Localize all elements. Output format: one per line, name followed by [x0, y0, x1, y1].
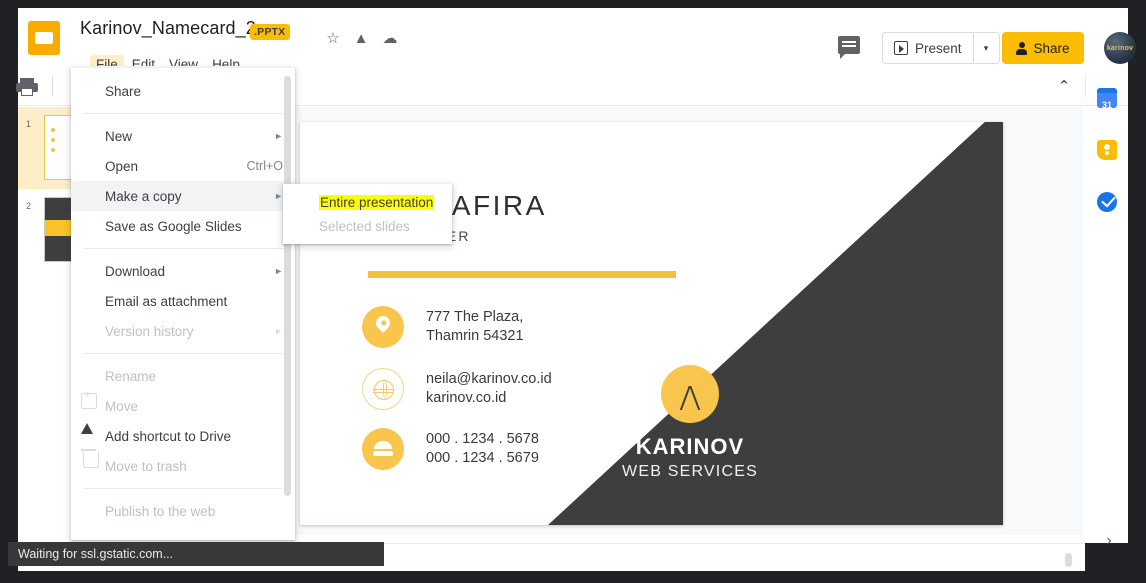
title-bar: Karinov_Namecard_2 .PPTX ☆ ▲ ☁ File Edit…: [18, 8, 1136, 74]
print-icon[interactable]: [16, 78, 38, 96]
menu-item-label: Add shortcut to Drive: [105, 428, 232, 444]
present-dropdown-caret[interactable]: ▾: [972, 33, 999, 63]
contact-row-phone[interactable]: 000 . 1234 . 5678 000 . 1234 . 5679: [362, 428, 539, 470]
contact-phone-line2: 000 . 1234 . 5679: [426, 450, 539, 466]
contact-row-address[interactable]: 777 The Plaza, Thamrin 54321: [362, 306, 524, 348]
menu-item-share[interactable]: Share: [71, 76, 295, 106]
notes-scrollbar-thumb[interactable]: [1065, 553, 1072, 567]
menu-item-new[interactable]: New ►: [71, 121, 295, 151]
submenu-item-label: Selected slides: [319, 218, 410, 234]
menu-item-label: Rename: [105, 368, 157, 384]
person-add-icon: [1016, 41, 1028, 55]
menu-item-version-history[interactable]: Version history ►: [71, 316, 295, 346]
contact-web: neila@karinov.co.id karinov.co.id: [426, 370, 552, 408]
google-tasks-icon[interactable]: [1097, 192, 1117, 212]
menu-item-move[interactable]: Move: [71, 390, 295, 421]
karinov-logo-block: ʌ KARINOV WEB SERVICES: [600, 365, 780, 481]
menu-item-label: Version history: [105, 323, 194, 339]
trash-icon: [81, 449, 99, 468]
menu-item-label: Save as Google Slides: [105, 218, 242, 234]
toolbar-divider: [52, 76, 53, 96]
menu-item-label: Move to trash: [105, 458, 187, 474]
submenu-arrow-icon: ►: [274, 191, 283, 201]
menu-item-shortcut: Ctrl+O: [246, 159, 283, 173]
contact-address: 777 The Plaza, Thamrin 54321: [426, 308, 524, 346]
contact-row-web[interactable]: neila@karinov.co.id karinov.co.id: [362, 368, 552, 410]
collapse-toolbar-chevron-up-icon[interactable]: ⌃: [1052, 76, 1076, 98]
menu-item-make-a-copy[interactable]: Make a copy ►: [71, 181, 295, 211]
menu-separator: [83, 248, 283, 249]
toolbar-divider-right: [1085, 74, 1086, 98]
make-a-copy-submenu[interactable]: Entire presentation Selected slides: [283, 184, 452, 244]
google-keep-icon[interactable]: [1097, 140, 1117, 160]
app-root: Karinov_Namecard_2 .PPTX ☆ ▲ ☁ File Edit…: [0, 0, 1146, 583]
file-format-badge: .PPTX: [250, 24, 291, 40]
current-slide[interactable]: A SHAFIRA DESIGNER 777 The Plaza, Thamri…: [300, 122, 1003, 525]
google-calendar-icon[interactable]: 31: [1097, 88, 1117, 110]
menu-item-label: Open: [105, 158, 139, 174]
slide-yellow-rule: [368, 271, 676, 278]
submenu-arrow-icon: ►: [274, 326, 283, 336]
menu-item-rename[interactable]: Rename: [71, 361, 295, 391]
submenu-item-selected-slides[interactable]: Selected slides: [283, 214, 452, 238]
play-icon: [894, 41, 908, 55]
location-pin-icon: [362, 306, 404, 348]
google-apps-side-panel: 31: [1085, 88, 1128, 535]
contact-phone-line1: 000 . 1234 . 5678: [426, 431, 539, 447]
menu-item-label: Share: [105, 83, 142, 99]
menu-item-move-to-trash[interactable]: Move to trash: [71, 449, 295, 481]
submenu-arrow-icon: ►: [274, 131, 283, 141]
menu-item-label: Download: [105, 263, 166, 279]
slide-number-1: 1: [26, 119, 32, 129]
menu-item-label: New: [105, 128, 133, 144]
move-folder-icon: [81, 390, 97, 409]
contact-address-line1: 777 The Plaza,: [426, 309, 524, 325]
karinov-logo-mark-icon: ʌ: [661, 365, 719, 423]
move-to-drive-icon[interactable]: ▲: [352, 30, 370, 48]
file-dropdown-menu[interactable]: Share New ► Open Ctrl+O Make a copy ► Sa…: [71, 68, 295, 540]
menu-item-download[interactable]: Download ►: [71, 256, 295, 286]
cloud-saved-icon[interactable]: ☁: [381, 30, 399, 48]
file-menu-scrollbar-thumb[interactable]: [284, 76, 291, 496]
menu-item-email-as-attachment[interactable]: Email as attachment: [71, 286, 295, 316]
submenu-item-entire-presentation[interactable]: Entire presentation: [283, 190, 452, 214]
comment-icon[interactable]: [838, 36, 860, 59]
drive-icon: [81, 422, 97, 438]
document-title[interactable]: Karinov_Namecard_2: [80, 18, 256, 39]
slides-app-icon: [28, 21, 60, 55]
star-icon[interactable]: ☆: [324, 30, 342, 48]
contact-phone: 000 . 1234 . 5678 000 . 1234 . 5679: [426, 430, 539, 468]
menu-item-label: Email as attachment: [105, 293, 228, 309]
submenu-arrow-icon: ►: [274, 266, 283, 276]
submenu-item-label: Entire presentation: [319, 194, 435, 210]
present-button[interactable]: Present: [883, 33, 973, 63]
menu-separator: [83, 113, 283, 114]
menu-separator: [83, 488, 283, 489]
karinov-logo-subtitle: WEB SERVICES: [622, 463, 758, 480]
share-button[interactable]: Share: [1002, 32, 1084, 64]
globe-icon: [362, 368, 404, 410]
menu-separator: [83, 353, 283, 354]
share-label: Share: [1033, 40, 1070, 56]
menu-item-label: Make a copy: [105, 188, 182, 204]
karinov-logo-name: KARINOV: [635, 434, 745, 459]
slide-number-2: 2: [26, 201, 32, 211]
menu-item-add-shortcut-to-drive[interactable]: Add shortcut to Drive: [71, 421, 295, 451]
expand-panel-chevron-right-icon[interactable]: ›: [1098, 530, 1120, 552]
contact-email: neila@karinov.co.id: [426, 371, 552, 387]
contact-address-line2: Thamrin 54321: [426, 328, 524, 344]
present-button-group: Present ▾: [882, 32, 1000, 64]
menu-item-save-as-google-slides[interactable]: Save as Google Slides: [71, 211, 295, 241]
menu-item-label: Publish to the web: [105, 503, 216, 519]
menu-item-open[interactable]: Open Ctrl+O: [71, 151, 295, 181]
avatar[interactable]: karinov: [1104, 32, 1136, 64]
present-label: Present: [915, 40, 962, 56]
menu-item-publish-to-the-web[interactable]: Publish to the web: [71, 496, 295, 526]
lambda-glyph: ʌ: [676, 370, 704, 421]
menu-item-label: Move: [105, 398, 139, 414]
contact-website: karinov.co.id: [426, 390, 507, 406]
browser-status-bar: Waiting for ssl.gstatic.com...: [8, 542, 384, 566]
phone-icon: [362, 428, 404, 470]
thumb-contact-dots: [51, 128, 55, 132]
